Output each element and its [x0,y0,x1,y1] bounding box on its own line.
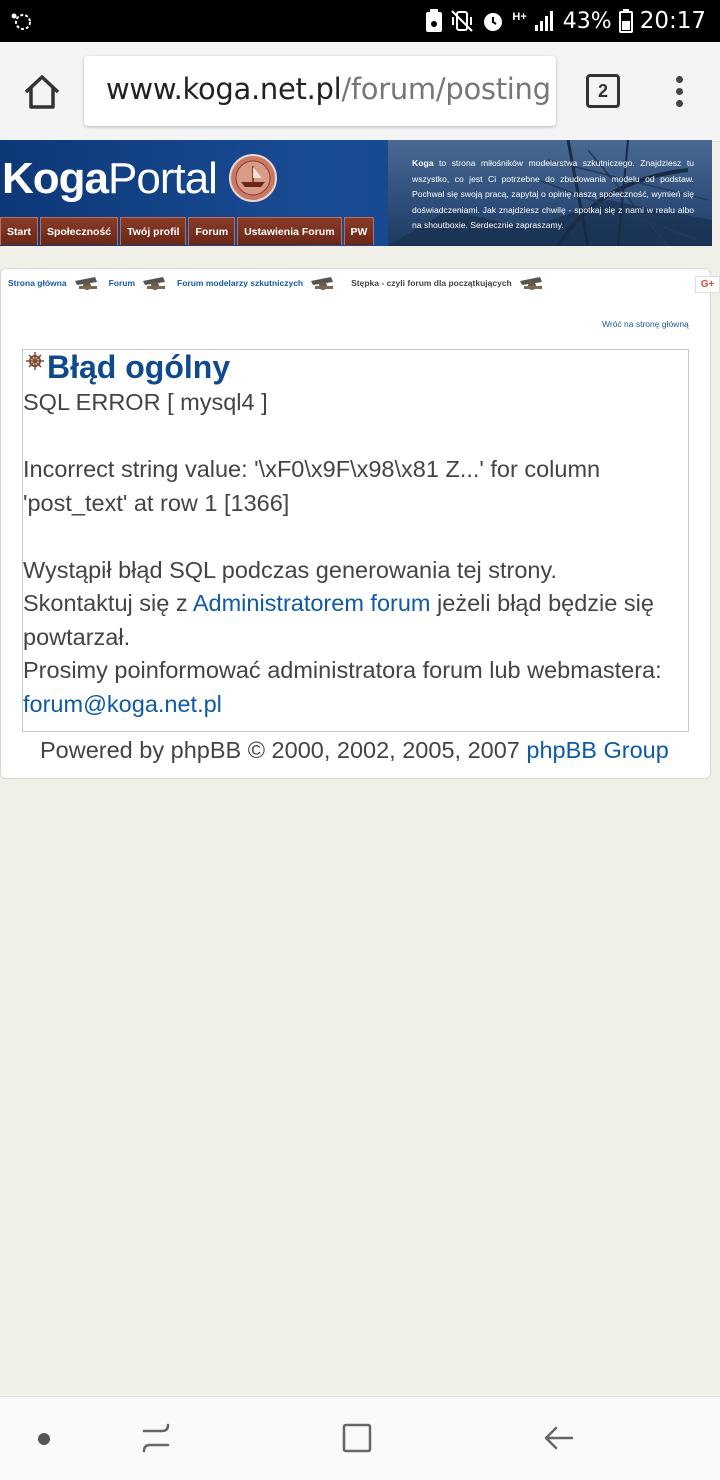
main-nav: Start Społeczność Twój profil Forum Usta… [0,217,375,245]
nav-forum-settings[interactable]: Ustawienia Forum [237,217,342,245]
battery-percent: 43% [562,8,612,34]
network-type: H+ [512,11,527,23]
google-plus-button[interactable]: G+ [695,276,720,293]
webmaster-line: Prosimy poinformować administratora foru… [23,657,662,717]
status-bar: H+ 43% 20:17 [0,0,720,42]
cannon-icon [519,277,542,290]
powered-by: Powered by phpBB © 2000, 2002, 2005, 200… [40,737,669,763]
nav-profile[interactable]: Twój profil [120,217,187,245]
browser-toolbar: www.koga.net.pl/forum/posting 2 [0,42,720,142]
android-nav-bar [0,1396,720,1480]
webmaster-email-link[interactable]: forum@koga.net.pl [23,691,222,717]
nav-dot-icon[interactable] [38,1433,50,1445]
recents-icon[interactable] [140,1421,172,1455]
sql-error-line: SQL ERROR [ mysql4 ] [23,389,268,415]
save-icon [426,9,443,32]
cannon-icon [311,277,334,290]
overflow-menu-icon[interactable] [676,76,684,108]
mute-vibrate-icon [451,10,474,32]
contact-admin-line: Skontaktuj się z Administratorem forum j… [23,590,654,650]
cast-icon [11,13,31,30]
tab-switcher-button[interactable]: 2 [586,74,620,108]
nav-community[interactable]: Społeczność [39,217,119,245]
breadcrumb: Strona główna Forum Forum modelarzy szku… [8,275,554,291]
breadcrumb-modelers-forum[interactable]: Forum modelarzy szkutniczych [177,278,303,288]
nav-pm[interactable]: PW [343,217,375,245]
url-bar[interactable]: www.koga.net.pl/forum/posting [84,56,556,126]
cannon-icon [74,277,97,290]
breadcrumb-forum[interactable]: Forum [109,278,135,288]
battery-icon [618,9,633,33]
alarm-icon [484,13,503,31]
cannon-icon [143,277,166,290]
phpbb-group-link[interactable]: phpBB Group [526,737,668,763]
nav-start[interactable]: Start [0,217,38,245]
ship-wheel-icon [26,352,44,370]
url-text: www.koga.net.pl/forum/posting [106,72,551,106]
error-title: Błąd ogólny [47,349,231,385]
back-to-home-link[interactable]: Wróć na stronę główną [602,319,689,329]
home-square-icon[interactable] [340,1421,374,1455]
error-body: SQL ERROR [ mysql4 ] Incorrect string va… [23,386,683,721]
administrator-link[interactable]: Administratorem forum [193,590,431,616]
site-logo[interactable]: KogaPortal [2,154,218,204]
nav-forum[interactable]: Forum [188,217,236,245]
breadcrumb-current: Stępka - czyli forum dla początkujących [351,278,512,288]
signal-icon [534,11,553,31]
header-description: Koga to strona miłośników modelarstwa sz… [412,158,694,230]
breadcrumb-home[interactable]: Strona główna [8,278,67,288]
error-message: Incorrect string value: '\xF0\x9F\x98\x8… [23,456,601,516]
error-description: Wystąpił błąd SQL podczas generowania te… [23,556,558,583]
clock: 20:17 [639,8,706,34]
back-arrow-icon[interactable] [542,1421,576,1455]
koga-emblem-icon [229,154,277,202]
home-icon[interactable] [22,72,62,112]
